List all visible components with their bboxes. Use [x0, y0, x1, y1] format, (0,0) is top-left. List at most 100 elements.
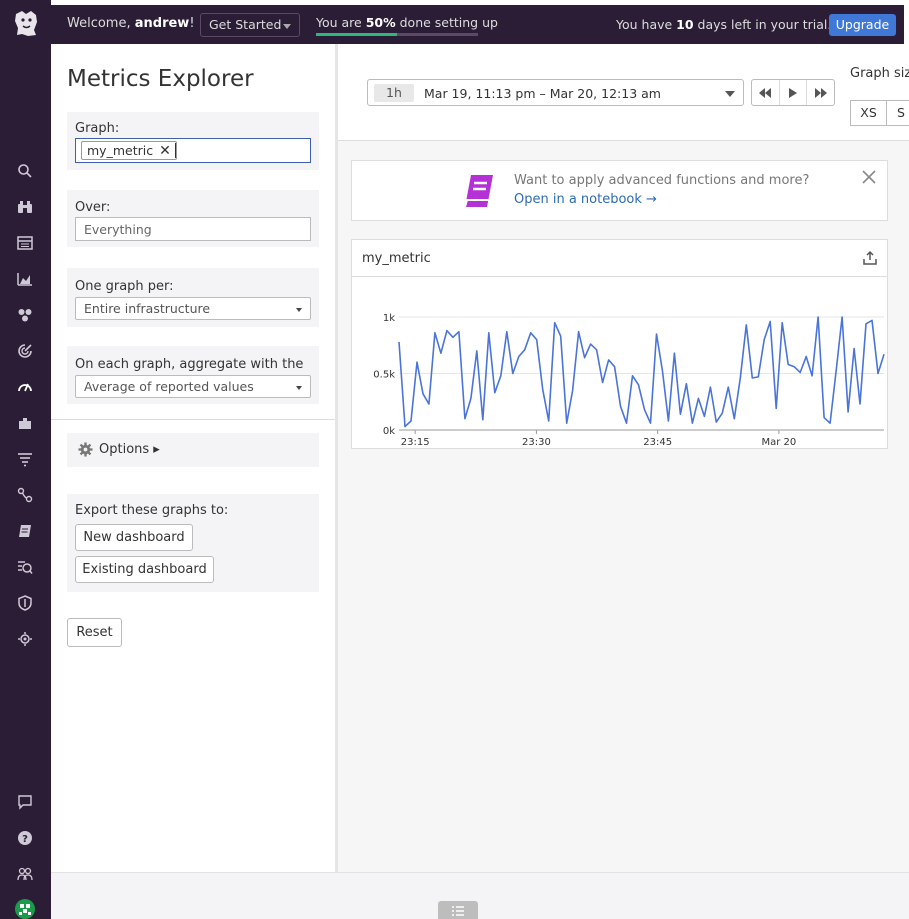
get-started-label: Get Started [209, 17, 282, 32]
aggregate-value: Average of reported values [84, 379, 254, 394]
top-bar: Welcome, andrew! Get Started You are 50%… [51, 5, 904, 44]
one-graph-per-select[interactable]: Entire infrastructure [75, 297, 311, 320]
upgrade-button[interactable]: Upgrade [829, 14, 896, 36]
time-range-text: Mar 19, 11:13 pm – Mar 20, 12:13 am [424, 86, 661, 101]
over-section: Over: Everything [67, 190, 319, 247]
dashboard-icon[interactable] [15, 233, 35, 253]
username: andrew [134, 16, 190, 31]
welcome-text: Welcome, andrew! [67, 16, 195, 31]
export-icon[interactable] [862, 250, 878, 266]
size-s-button[interactable]: S [886, 100, 909, 126]
bottom-bar [51, 872, 909, 919]
page-title: Metrics Explorer [67, 66, 254, 92]
graph-metric-input[interactable]: my_metric ✕ [75, 138, 311, 163]
remove-metric-icon[interactable]: ✕ [159, 143, 171, 159]
x-tick-label: 23:30 [522, 437, 551, 448]
y-tick-label: 1k [383, 313, 395, 324]
traces-icon[interactable] [15, 485, 35, 505]
chevron-down-icon [725, 91, 735, 97]
rewind-button[interactable] [752, 80, 780, 105]
integrations-icon[interactable] [15, 377, 35, 397]
graph-section: Graph: my_metric ✕ [67, 112, 319, 170]
reset-button[interactable]: Reset [67, 618, 122, 647]
play-button[interactable] [780, 80, 808, 105]
team-icon[interactable] [15, 864, 35, 884]
one-graph-per-label: One graph per: [75, 279, 174, 294]
chat-icon[interactable] [15, 792, 35, 812]
binoculars-icon[interactable] [15, 197, 35, 217]
list-toggle-button[interactable] [438, 901, 478, 919]
user-avatar-icon[interactable] [14, 898, 36, 919]
caret-down-icon [296, 386, 302, 390]
one-graph-per-value: Entire infrastructure [84, 301, 211, 316]
metric-chip-label: my_metric [87, 143, 154, 158]
series-line-my-metric [398, 316, 885, 428]
metrics-icon[interactable] [15, 341, 35, 361]
text-cursor [175, 143, 176, 158]
security-icon[interactable] [15, 593, 35, 613]
notebook-icon [464, 175, 493, 208]
export-label: Export these graphs to: [75, 503, 229, 518]
datadog-logo-icon[interactable] [12, 8, 40, 38]
get-started-dropdown[interactable]: Get Started [200, 13, 300, 37]
over-input[interactable]: Everything [75, 217, 311, 241]
x-tick-label: 23:15 [401, 437, 430, 448]
monitors-icon[interactable] [15, 305, 35, 325]
setup-progress-fill [316, 33, 397, 36]
existing-dashboard-button[interactable]: Existing dashboard [75, 556, 214, 583]
svg-text:?: ? [22, 834, 28, 845]
aggregate-label: On each graph, aggregate with the [75, 357, 304, 372]
logs-icon[interactable] [15, 449, 35, 469]
rewind-icon [759, 87, 772, 98]
help-icon[interactable]: ? [15, 828, 35, 848]
rum-icon[interactable] [15, 629, 35, 649]
options-toggle[interactable]: Options ▸ [67, 433, 319, 467]
open-in-notebook-link[interactable]: Open in a notebook → [514, 192, 657, 207]
over-label: Over: [75, 200, 111, 215]
setup-progress-text[interactable]: You are 50% done setting up [316, 15, 498, 30]
graph-area: 1h Mar 19, 11:13 pm – Mar 20, 12:13 am G… [338, 44, 909, 872]
query-panel: Metrics Explorer Graph: my_metric ✕ Over:… [51, 44, 335, 872]
x-tick-label: Mar 20 [762, 437, 797, 448]
time-picker[interactable]: 1h Mar 19, 11:13 pm – Mar 20, 12:13 am [367, 79, 744, 106]
aggregate-select[interactable]: Average of reported values [75, 375, 311, 398]
caret-down-icon [296, 308, 302, 312]
time-navigation [751, 79, 835, 106]
one-graph-per-section: One graph per: Entire infrastructure [67, 268, 319, 327]
notebook-banner: Want to apply advanced functions and mor… [351, 160, 888, 221]
graph-title: my_metric [362, 251, 431, 266]
close-icon[interactable] [861, 169, 877, 185]
size-xs-button[interactable]: XS [850, 100, 887, 126]
play-icon [789, 87, 797, 98]
y-tick-label: 0k [383, 426, 395, 437]
list-icon [452, 905, 464, 916]
graph-label: Graph: [75, 121, 120, 136]
x-tick-label: 23:45 [643, 437, 672, 448]
graph-card: my_metric 1k 0.5k 0k 23:15 23:30 23:45 Mar 20 [351, 239, 888, 449]
gear-icon [78, 442, 93, 457]
chevron-down-icon [283, 24, 291, 29]
line-chart[interactable]: 1k 0.5k 0k 23:15 23:30 23:45 Mar 20 [352, 277, 887, 449]
banner-text: Want to apply advanced functions and mor… [514, 173, 810, 188]
notebooks-icon[interactable] [15, 521, 35, 541]
synthetics-icon[interactable] [15, 557, 35, 577]
fast-forward-icon [814, 87, 827, 98]
setup-progress-bar [316, 33, 478, 36]
aggregate-section: On each graph, aggregate with the Averag… [67, 346, 319, 404]
apm-icon[interactable] [15, 413, 35, 433]
over-placeholder: Everything [84, 222, 152, 237]
infrastructure-icon[interactable] [15, 269, 35, 289]
options-label: Options ▸ [99, 442, 160, 457]
export-section: Export these graphs to: New dashboard Ex… [67, 494, 319, 592]
graph-toolbar: 1h Mar 19, 11:13 pm – Mar 20, 12:13 am G… [338, 44, 909, 141]
metric-chip[interactable]: my_metric ✕ [81, 141, 177, 160]
graph-size-label: Graph size [850, 66, 909, 81]
search-icon[interactable] [15, 161, 35, 181]
divider [51, 419, 335, 420]
fast-forward-button[interactable] [807, 80, 834, 105]
y-tick-label: 0.5k [373, 370, 395, 381]
trial-notice: You have 10 days left in your trial. [616, 17, 832, 32]
time-span-pill: 1h [374, 84, 414, 102]
left-nav: ? [0, 0, 51, 919]
new-dashboard-button[interactable]: New dashboard [75, 524, 193, 551]
